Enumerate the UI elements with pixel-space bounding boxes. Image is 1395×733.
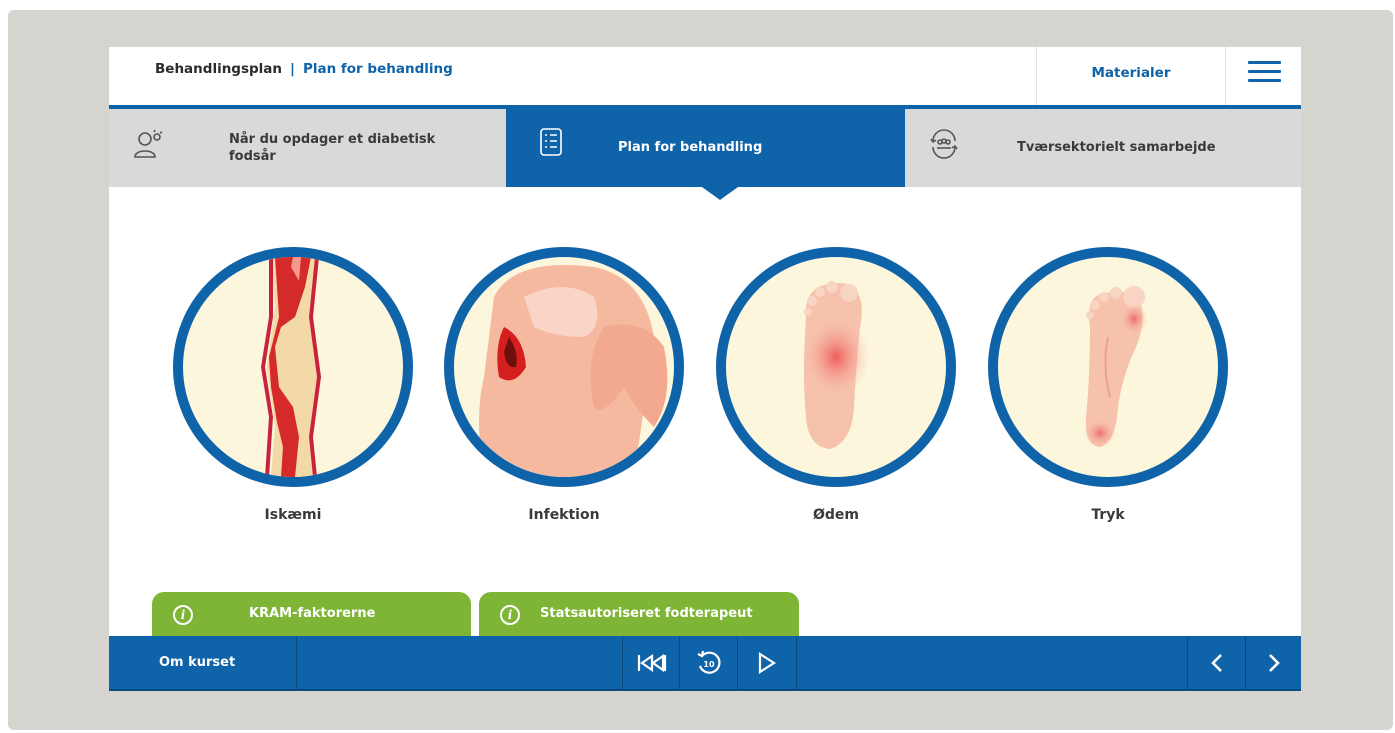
- breadcrumb-current: Plan for behandling: [302, 61, 453, 77]
- topic-label: Ødem: [812, 507, 859, 523]
- info-tab-label: KRAM-faktorerne: [249, 606, 376, 621]
- tab-tvaersektorielt-samarbejde[interactable]: Tværsektorielt samarbejde: [905, 109, 1301, 187]
- menu-bar: [1247, 78, 1281, 82]
- header: Behandlingsplan | Plan for behandling Mate…: [109, 47, 1301, 109]
- section-tabs: Når du opdager et diabetisk fodsår Plan …: [109, 109, 1301, 187]
- replay-seconds: 10: [703, 660, 715, 669]
- pressure-foot-illustration: [988, 247, 1228, 487]
- play-icon: [758, 651, 777, 674]
- menu-bar: [1247, 60, 1281, 64]
- tab-label: Når du opdager et diabetisk fodsår: [229, 132, 436, 164]
- breadcrumb-root[interactable]: Behandlingsplan: [155, 61, 282, 77]
- next-icon: [1269, 653, 1280, 672]
- topic-tryk[interactable]: Tryk: [988, 247, 1228, 523]
- artery-illustration: [173, 247, 413, 487]
- group-cycle-icon: [930, 129, 958, 159]
- topic-iskaemi[interactable]: Iskæmi: [173, 247, 413, 523]
- infected-toe-illustration: [444, 247, 684, 487]
- topic-infektion[interactable]: Infektion: [444, 247, 684, 523]
- active-tab-pointer: [702, 187, 738, 200]
- tab-naar-du-opdager[interactable]: Når du opdager et diabetisk fodsår: [109, 109, 506, 187]
- topic-label: Iskæmi: [264, 507, 322, 523]
- tab-label: Plan for behandling: [618, 140, 763, 155]
- swollen-foot-illustration: [716, 247, 956, 487]
- breadcrumb: Behandlingsplan | Plan for behandling: [155, 61, 453, 77]
- previous-button[interactable]: [1187, 636, 1246, 689]
- tab-label: Tværsektorielt samarbejde: [1017, 140, 1216, 155]
- info-icon: i: [500, 605, 520, 625]
- info-tab-label: Statsautoriseret fodterapeut: [540, 606, 753, 621]
- info-tab-kram-faktorerne[interactable]: i KRAM-faktorerne: [152, 592, 471, 637]
- topic-label: Infektion: [528, 507, 600, 523]
- materials-button[interactable]: Materialer: [1036, 47, 1226, 105]
- skip-to-start-button[interactable]: [622, 636, 680, 689]
- about-course-button[interactable]: Om kurset: [109, 636, 297, 689]
- materials-label: Materialer: [1091, 65, 1171, 81]
- tab-plan-for-behandling[interactable]: Plan for behandling: [506, 109, 905, 187]
- play-button[interactable]: [737, 636, 797, 689]
- topic-oedem[interactable]: Ødem: [716, 247, 956, 523]
- hamburger-menu-icon[interactable]: [1244, 51, 1284, 91]
- app-window: Behandlingsplan | Plan for behandling Mate…: [109, 47, 1301, 691]
- menu-bar: [1247, 69, 1281, 73]
- checklist-icon: [540, 128, 562, 156]
- info-icon: i: [173, 605, 193, 625]
- replay-10-button[interactable]: 10: [679, 636, 738, 689]
- previous-icon: [1211, 653, 1222, 672]
- info-tab-statsautoriseret-fodterapeut[interactable]: i Statsautoriseret fodterapeut: [479, 592, 799, 637]
- skip-to-start-icon: [637, 653, 666, 672]
- breadcrumb-separator: |: [290, 61, 295, 77]
- footer-bar: Om kurset 10: [109, 636, 1301, 691]
- person-search-icon: [134, 129, 163, 158]
- next-button[interactable]: [1245, 636, 1301, 689]
- replay-10-icon: 10: [697, 650, 721, 674]
- topic-label: Tryk: [1091, 507, 1125, 523]
